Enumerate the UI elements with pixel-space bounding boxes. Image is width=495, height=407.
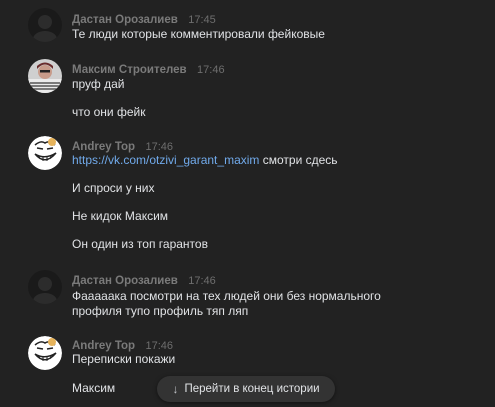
photo-avatar-icon <box>28 59 62 93</box>
user-avatar[interactable] <box>28 59 62 93</box>
message-text: Переписки покажи <box>72 352 176 366</box>
scroll-to-end-button[interactable]: ↓ Перейти в конец истории <box>157 376 335 402</box>
user-avatar[interactable] <box>28 8 62 42</box>
message-text: Он один из топ гарантов <box>72 237 208 251</box>
message-header: Дастан Орозалиев 17:46 <box>72 273 216 288</box>
chat-history: Дастан Орозалиев 17:45 Те люди которые к… <box>0 0 495 407</box>
scroll-to-end-label: Перейти в конец истории <box>184 383 320 395</box>
user-avatar[interactable] <box>28 270 62 304</box>
user-avatar[interactable] <box>28 336 62 370</box>
message-time: 17:46 <box>197 64 225 76</box>
message-link-suffix: смотри сдесь <box>259 153 338 167</box>
message-text: И спроси у них <box>72 181 155 195</box>
message-text: пруф дай <box>72 77 125 91</box>
message-text: Не кидок Максим <box>72 209 169 223</box>
message-text: профиля тупо профиль тяп ляп <box>72 304 249 318</box>
dark-avatar-icon <box>28 270 62 304</box>
message-link[interactable]: https://vk.com/otzivi_garant_maxim <box>72 153 259 167</box>
message-text: что они фейк <box>72 105 146 119</box>
user-avatar[interactable] <box>28 136 62 170</box>
troll-face-avatar-icon <box>28 136 62 170</box>
message-text: Максим <box>72 381 116 395</box>
message-text: Те люди которые комментировали фейковые <box>72 27 325 41</box>
dark-avatar-icon <box>28 8 62 42</box>
message-text: https://vk.com/otzivi_garant_maxim смотр… <box>72 151 338 169</box>
arrow-down-icon: ↓ <box>172 382 179 396</box>
author-name[interactable]: Дастан Орозалиев <box>72 275 178 287</box>
troll-face-avatar-icon <box>28 336 62 370</box>
message-time: 17:46 <box>188 275 216 287</box>
